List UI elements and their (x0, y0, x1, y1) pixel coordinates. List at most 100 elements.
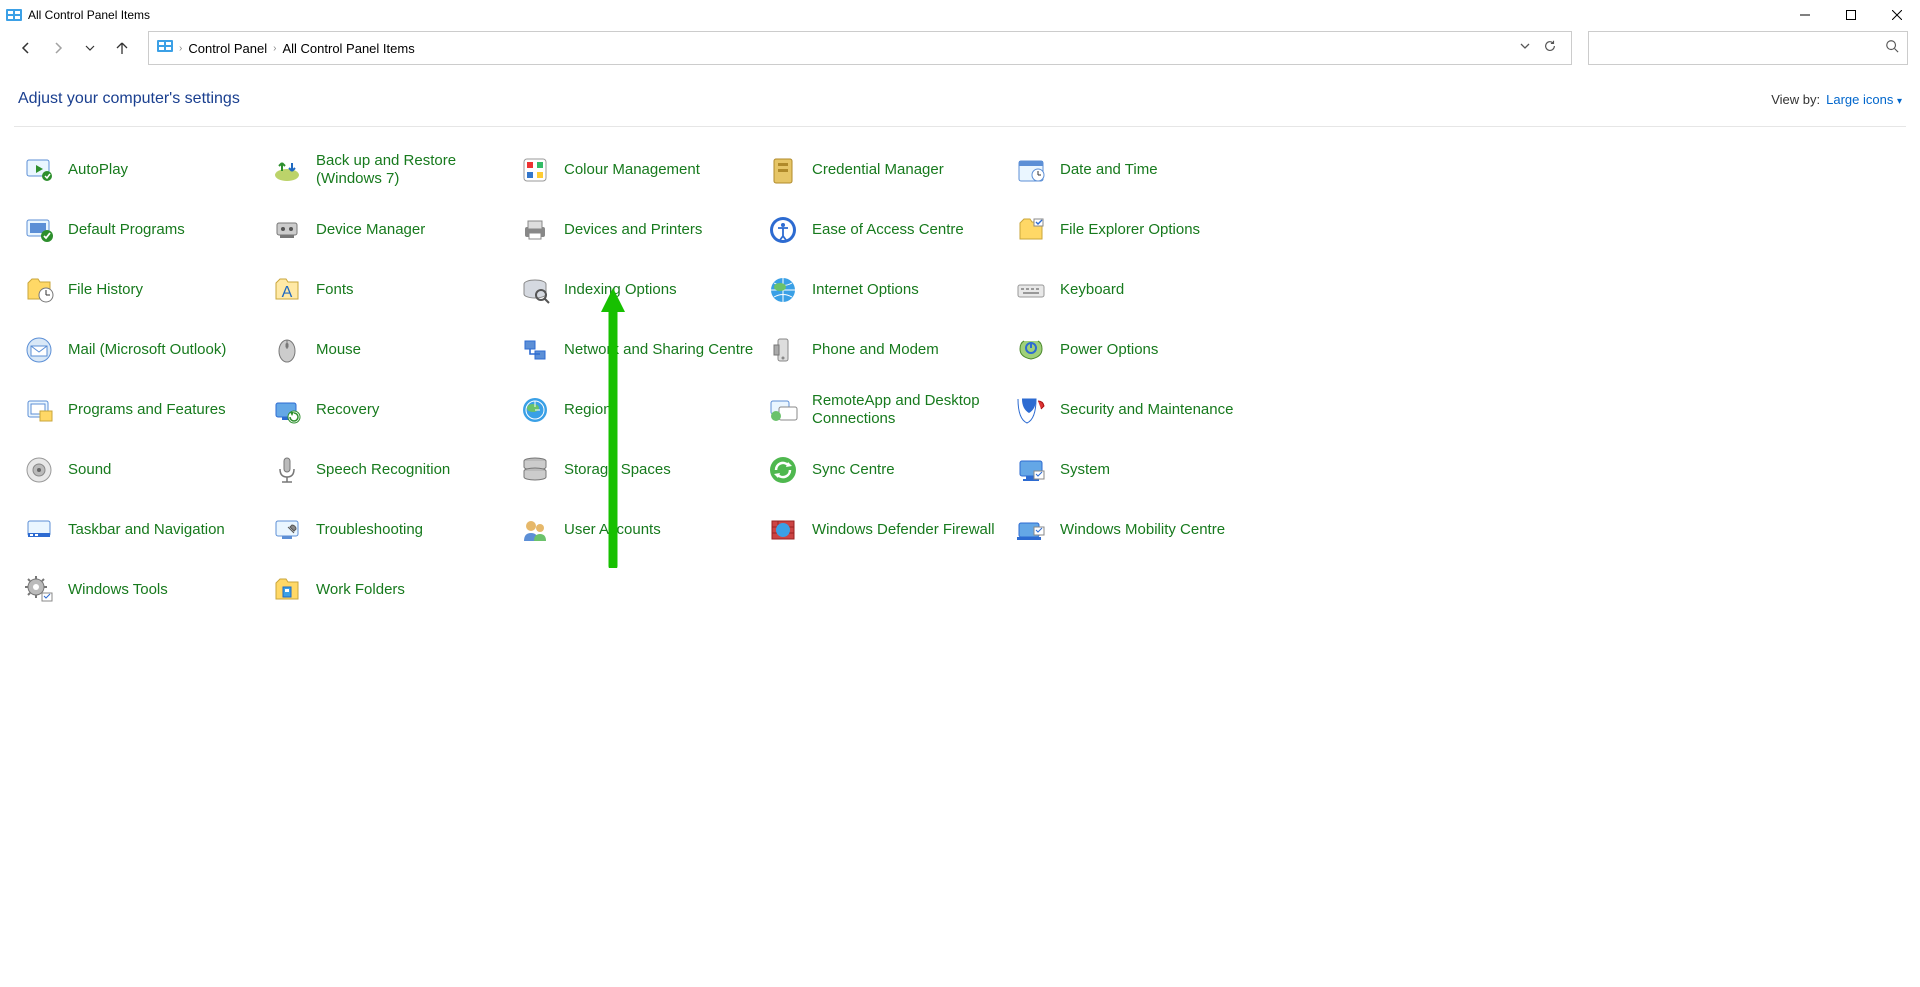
panel-item-file-explorer-options[interactable]: File Explorer Options (1010, 207, 1258, 253)
search-input[interactable] (1597, 41, 1885, 56)
filehist-icon (22, 273, 56, 307)
search-icon[interactable] (1885, 39, 1899, 58)
refresh-button[interactable] (1543, 39, 1557, 58)
panel-item-label: Recovery (316, 401, 379, 419)
recent-locations-button[interactable] (76, 34, 104, 62)
panel-item-mail-microsoft-outlook[interactable]: Mail (Microsoft Outlook) (18, 327, 266, 373)
panel-item-recovery[interactable]: Recovery (266, 387, 514, 433)
panel-item-device-manager[interactable]: Device Manager (266, 207, 514, 253)
panel-item-troubleshooting[interactable]: Troubleshooting (266, 507, 514, 553)
chevron-right-icon[interactable]: › (179, 43, 182, 54)
panel-item-work-folders[interactable]: Work Folders (266, 567, 514, 613)
panel-item-storage-spaces[interactable]: Storage Spaces (514, 447, 762, 493)
panel-item-label: Sound (68, 461, 111, 479)
panel-item-power-options[interactable]: Power Options (1010, 327, 1258, 373)
panel-item-taskbar-and-navigation[interactable]: Taskbar and Navigation (18, 507, 266, 553)
system-icon (1014, 453, 1048, 487)
panel-item-back-up-and-restore-windows-7[interactable]: Back up and Restore (Windows 7) (266, 147, 514, 193)
mail-icon (22, 333, 56, 367)
panel-item-internet-options[interactable]: Internet Options (762, 267, 1010, 313)
panel-item-label: Mouse (316, 341, 361, 359)
panel-item-label: Work Folders (316, 581, 405, 599)
forward-button[interactable] (44, 34, 72, 62)
panel-item-mouse[interactable]: Mouse (266, 327, 514, 373)
control-panel-icon (6, 7, 22, 23)
control-panel-grid: AutoPlayBack up and Restore (Windows 7)C… (0, 127, 1920, 633)
security-icon (1014, 393, 1048, 427)
panel-item-label: File History (68, 281, 143, 299)
maximize-button[interactable] (1828, 0, 1874, 30)
panel-item-credential-manager[interactable]: Credential Manager (762, 147, 1010, 193)
panel-item-file-history[interactable]: File History (18, 267, 266, 313)
panel-item-label: Storage Spaces (564, 461, 671, 479)
panel-item-label: Devices and Printers (564, 221, 702, 239)
panel-item-network-and-sharing-centre[interactable]: Network and Sharing Centre (514, 327, 762, 373)
panel-item-label: Back up and Restore (Windows 7) (316, 152, 506, 188)
keyboard-icon (1014, 273, 1048, 307)
back-button[interactable] (12, 34, 40, 62)
minimize-button[interactable] (1782, 0, 1828, 30)
breadcrumb-seg-2[interactable]: All Control Panel Items (282, 41, 414, 56)
panel-item-label: Windows Tools (68, 581, 168, 599)
svg-text:A: A (282, 284, 293, 301)
panel-item-autoplay[interactable]: AutoPlay (18, 147, 266, 193)
ease-icon (766, 213, 800, 247)
network-icon (518, 333, 552, 367)
panel-item-indexing-options[interactable]: Indexing Options (514, 267, 762, 313)
view-by-control: View by: Large icons ▾ (1771, 92, 1902, 107)
address-dropdown-button[interactable] (1519, 39, 1531, 57)
panel-item-label: Windows Defender Firewall (812, 521, 995, 539)
search-bar[interactable] (1588, 31, 1908, 65)
panel-item-remoteapp-and-desktop-connections[interactable]: RemoteApp and Desktop Connections (762, 387, 1010, 433)
window-title: All Control Panel Items (28, 8, 150, 22)
panel-item-label: Taskbar and Navigation (68, 521, 225, 539)
view-by-dropdown[interactable]: Large icons ▾ (1826, 92, 1902, 107)
panel-item-devices-and-printers[interactable]: Devices and Printers (514, 207, 762, 253)
panel-item-label: Programs and Features (68, 401, 226, 419)
panel-item-label: Windows Mobility Centre (1060, 521, 1225, 539)
panel-item-speech-recognition[interactable]: Speech Recognition (266, 447, 514, 493)
view-by-label: View by: (1771, 92, 1820, 107)
sound-icon (22, 453, 56, 487)
panel-item-colour-management[interactable]: Colour Management (514, 147, 762, 193)
panel-item-user-accounts[interactable]: User Accounts (514, 507, 762, 553)
panel-item-label: Security and Maintenance (1060, 401, 1233, 419)
panel-item-system[interactable]: System (1010, 447, 1258, 493)
recovery-icon (270, 393, 304, 427)
panel-item-windows-tools[interactable]: Windows Tools (18, 567, 266, 613)
panel-item-region[interactable]: Region (514, 387, 762, 433)
up-button[interactable] (108, 34, 136, 62)
panel-item-keyboard[interactable]: Keyboard (1010, 267, 1258, 313)
indexing-icon (518, 273, 552, 307)
page-heading: Adjust your computer's settings (18, 90, 240, 108)
workfolders-icon (270, 573, 304, 607)
panel-item-phone-and-modem[interactable]: Phone and Modem (762, 327, 1010, 373)
panel-item-default-programs[interactable]: Default Programs (18, 207, 266, 253)
panel-item-label: Date and Time (1060, 161, 1158, 179)
remoteapp-icon (766, 393, 800, 427)
panel-item-ease-of-access-centre[interactable]: Ease of Access Centre (762, 207, 1010, 253)
backup-icon (270, 153, 304, 187)
mouse-icon (270, 333, 304, 367)
mobility-icon (1014, 513, 1048, 547)
navigation-row: › Control Panel › All Control Panel Item… (0, 30, 1920, 66)
chevron-right-icon[interactable]: › (273, 43, 276, 54)
panel-item-security-and-maintenance[interactable]: Security and Maintenance (1010, 387, 1258, 433)
panel-item-date-and-time[interactable]: Date and Time (1010, 147, 1258, 193)
wintools-icon (22, 573, 56, 607)
close-button[interactable] (1874, 0, 1920, 30)
panel-item-fonts[interactable]: AFonts (266, 267, 514, 313)
panel-item-label: Ease of Access Centre (812, 221, 964, 239)
panel-item-windows-mobility-centre[interactable]: Windows Mobility Centre (1010, 507, 1258, 553)
breadcrumb-seg-1[interactable]: Control Panel (188, 41, 267, 56)
troubleshoot-icon (270, 513, 304, 547)
panel-item-sound[interactable]: Sound (18, 447, 266, 493)
panel-item-windows-defender-firewall[interactable]: Windows Defender Firewall (762, 507, 1010, 553)
panel-item-programs-and-features[interactable]: Programs and Features (18, 387, 266, 433)
panel-item-sync-centre[interactable]: Sync Centre (762, 447, 1010, 493)
title-bar: All Control Panel Items (0, 0, 1920, 30)
users-icon (518, 513, 552, 547)
panel-item-label: Region (564, 401, 612, 419)
control-panel-mini-icon (157, 38, 173, 59)
address-bar[interactable]: › Control Panel › All Control Panel Item… (148, 31, 1572, 65)
